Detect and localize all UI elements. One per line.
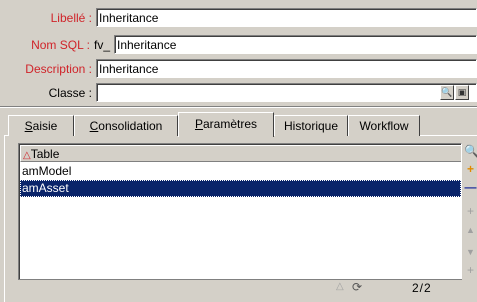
classe-label: Classe : — [48, 86, 92, 100]
tab-parametres[interactable]: Paramètres — [178, 112, 274, 137]
classe-field[interactable] — [96, 83, 477, 102]
list-item-label: amModel — [22, 164, 72, 178]
page-counter: 2/2 — [412, 281, 432, 295]
libelle-field[interactable]: Inheritance — [96, 8, 477, 27]
column-header-table[interactable]: △Table — [20, 145, 461, 162]
tab-saisie-label: aisie — [32, 119, 58, 133]
tab-historique[interactable]: Historique — [274, 115, 348, 136]
description-field[interactable]: Inheritance — [96, 59, 477, 78]
zoom-icon[interactable]: 🔍 — [464, 143, 477, 159]
tab-consolidation-label: onsolidation — [98, 119, 163, 133]
list-item-label: amAsset — [22, 181, 69, 195]
tab-parametres-label: aramètres — [202, 117, 258, 131]
list-item-selected[interactable]: amAsset — [20, 180, 461, 197]
separator-highlight — [0, 107, 477, 108]
refresh-icon[interactable]: ⟳ — [352, 280, 362, 294]
tab-historique-label: Historique — [283, 119, 339, 133]
add-bottom-icon[interactable]: + — [464, 262, 477, 278]
sort-up-icon: △ — [23, 150, 31, 161]
move-down-icon[interactable]: ▼ — [464, 244, 477, 260]
tab-workflow-label: Workflow — [359, 119, 409, 133]
tab-workflow[interactable]: Workflow — [348, 115, 420, 136]
libelle-row: Libellé : Inheritance — [0, 8, 477, 28]
table-list[interactable]: △Table amModel amAsset — [18, 143, 462, 296]
tab-consolidation-mnemonic: C — [89, 119, 99, 133]
list-status-bar: △ ⟳ 2/2 — [18, 279, 462, 296]
add-icon[interactable]: + — [464, 161, 477, 177]
nomsql-row: Nom SQL : fv_ Inheritance — [0, 35, 477, 55]
tab-parametres-mnemonic: P — [194, 117, 203, 131]
tab-saisie-mnemonic: S — [24, 119, 33, 133]
search-icon[interactable]: 🔍 — [440, 85, 454, 100]
libelle-label: Libellé : — [50, 11, 92, 25]
nomsql-label: Nom SQL : — [31, 38, 90, 52]
nomsql-prefix: fv_ — [94, 38, 111, 52]
tab-saisie[interactable]: Saisie — [8, 115, 74, 136]
sort-indicator-icon: △ — [336, 281, 344, 292]
add-disabled-icon[interactable]: + — [464, 203, 477, 219]
description-row: Description : Inheritance — [0, 59, 477, 79]
tab-consolidation[interactable]: Consolidation — [74, 115, 178, 136]
move-up-icon[interactable]: ▲ — [464, 222, 477, 238]
details-icon[interactable]: ▣ — [455, 85, 469, 100]
nomsql-field[interactable]: Inheritance — [114, 35, 477, 54]
description-label: Description : — [25, 62, 92, 76]
remove-icon[interactable]: — — [464, 179, 477, 195]
list-item[interactable]: amModel — [20, 163, 461, 180]
column-header-label: Table — [30, 147, 60, 161]
classe-row: Classe : 🔍 ▣ — [0, 83, 477, 103]
